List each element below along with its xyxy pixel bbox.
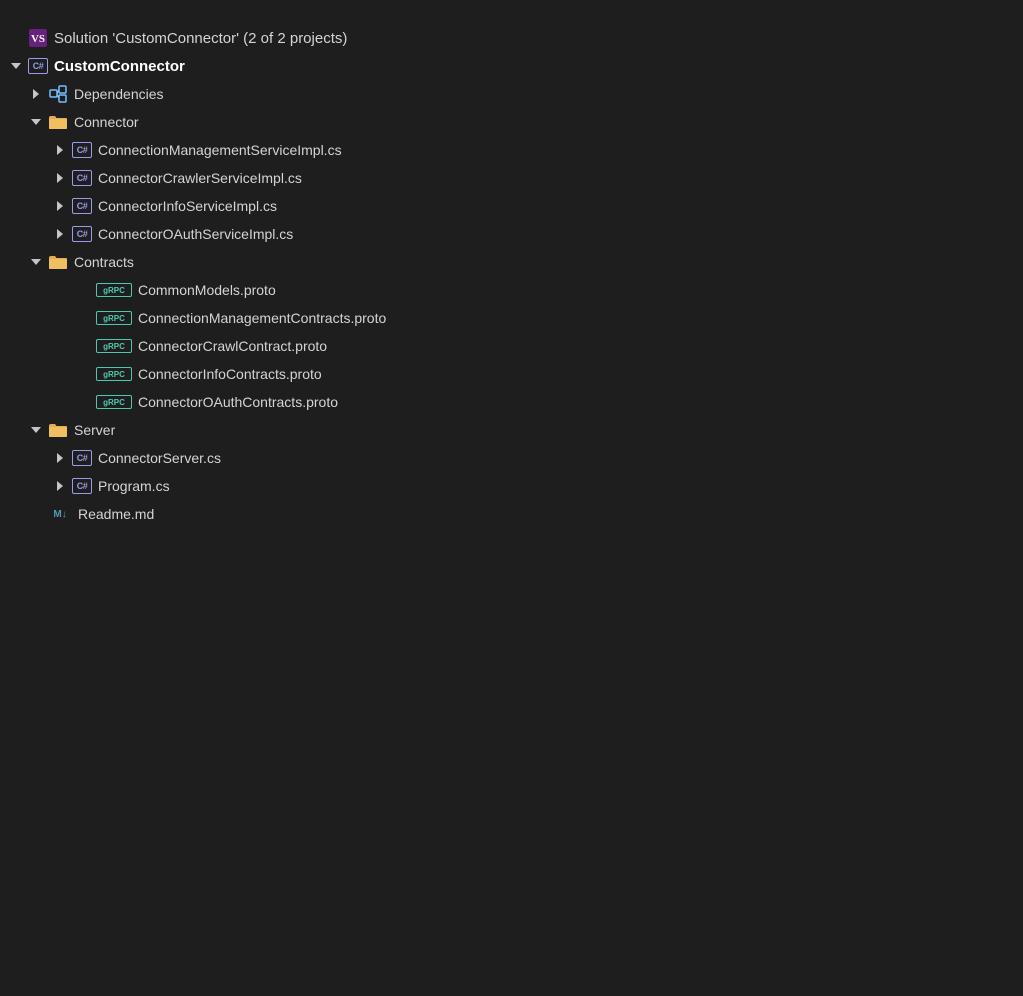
info-contracts-label: ConnectorInfoContracts.proto xyxy=(138,366,322,382)
program-csharp-icon: C# xyxy=(72,478,92,494)
server-folder-label: Server xyxy=(74,422,115,438)
solution-explorer: VS Solution 'CustomConnector' (2 of 2 pr… xyxy=(0,16,1023,536)
crawl-contract-grpc-icon: gRPC xyxy=(96,339,132,353)
connector-folder-chevron xyxy=(28,114,44,130)
solution-node[interactable]: VS Solution 'CustomConnector' (2 of 2 pr… xyxy=(0,24,1023,52)
conn-mgmt-contracts-proto-node[interactable]: gRPC ConnectionManagementContracts.proto xyxy=(0,304,1023,332)
common-models-grpc-icon: gRPC xyxy=(96,283,132,297)
dependencies-node[interactable]: Dependencies xyxy=(0,80,1023,108)
connector-info-impl-node[interactable]: C# ConnectorInfoServiceImpl.cs xyxy=(0,192,1023,220)
common-models-proto-node[interactable]: gRPC CommonModels.proto xyxy=(0,276,1023,304)
solution-label: Solution 'CustomConnector' (2 of 2 proje… xyxy=(54,30,347,47)
server-folder-node[interactable]: Server xyxy=(0,416,1023,444)
connector-server-csharp-icon: C# xyxy=(72,450,92,466)
info-label: ConnectorInfoServiceImpl.cs xyxy=(98,198,277,214)
solution-icon: VS xyxy=(28,28,48,48)
readme-md-node[interactable]: M↓ Readme.md xyxy=(0,500,1023,528)
contracts-folder-chevron xyxy=(28,254,44,270)
project-node[interactable]: C# CustomConnector xyxy=(0,52,1023,80)
oauth-csharp-icon: C# xyxy=(72,226,92,242)
project-label: CustomConnector xyxy=(54,58,185,75)
dependencies-icon xyxy=(48,84,68,104)
connector-info-contracts-proto-node[interactable]: gRPC ConnectorInfoContracts.proto xyxy=(0,360,1023,388)
connection-mgmt-impl-node[interactable]: C# ConnectionManagementServiceImpl.cs xyxy=(0,136,1023,164)
connector-folder-icon xyxy=(48,114,68,130)
dependencies-svg xyxy=(48,84,68,104)
conn-mgmt-contracts-label: ConnectionManagementContracts.proto xyxy=(138,310,386,326)
info-csharp-icon: C# xyxy=(72,198,92,214)
connector-server-cs-node[interactable]: C# ConnectorServer.cs xyxy=(0,444,1023,472)
oauth-label: ConnectorOAuthServiceImpl.cs xyxy=(98,226,293,242)
conn-mgmt-contracts-grpc-icon: gRPC xyxy=(96,311,132,325)
contracts-folder-svg xyxy=(48,254,68,270)
info-chevron xyxy=(52,198,68,214)
conn-mgmt-csharp-icon: C# xyxy=(72,142,92,158)
readme-markdown-icon: M↓ xyxy=(48,506,72,522)
server-folder-chevron xyxy=(28,422,44,438)
readme-label: Readme.md xyxy=(78,506,154,522)
connector-crawler-impl-node[interactable]: C# ConnectorCrawlerServiceImpl.cs xyxy=(0,164,1023,192)
common-models-label: CommonModels.proto xyxy=(138,282,276,298)
connector-folder-svg xyxy=(48,114,68,130)
conn-mgmt-label: ConnectionManagementServiceImpl.cs xyxy=(98,142,342,158)
project-chevron xyxy=(8,58,24,74)
crawler-chevron xyxy=(52,170,68,186)
oauth-chevron xyxy=(52,226,68,242)
connector-oauth-contracts-proto-node[interactable]: gRPC ConnectorOAuthContracts.proto xyxy=(0,388,1023,416)
server-folder-icon xyxy=(48,422,68,438)
connector-server-label: ConnectorServer.cs xyxy=(98,450,221,466)
contracts-folder-node[interactable]: Contracts xyxy=(0,248,1023,276)
project-csharp-icon: C# xyxy=(28,58,48,74)
crawl-contract-label: ConnectorCrawlContract.proto xyxy=(138,338,327,354)
connector-folder-label: Connector xyxy=(74,114,139,130)
server-folder-svg xyxy=(48,422,68,438)
oauth-contracts-label: ConnectorOAuthContracts.proto xyxy=(138,394,338,410)
solution-svg: VS xyxy=(28,28,48,48)
connector-folder-node[interactable]: Connector xyxy=(0,108,1023,136)
svg-text:VS: VS xyxy=(31,33,45,45)
crawler-label: ConnectorCrawlerServiceImpl.cs xyxy=(98,170,302,186)
conn-mgmt-chevron xyxy=(52,142,68,158)
contracts-folder-label: Contracts xyxy=(74,254,134,270)
contracts-folder-icon xyxy=(48,254,68,270)
program-chevron xyxy=(52,478,68,494)
info-contracts-grpc-icon: gRPC xyxy=(96,367,132,381)
oauth-contracts-grpc-icon: gRPC xyxy=(96,395,132,409)
program-cs-node[interactable]: C# Program.cs xyxy=(0,472,1023,500)
program-label: Program.cs xyxy=(98,478,170,494)
connector-server-chevron xyxy=(52,450,68,466)
crawler-csharp-icon: C# xyxy=(72,170,92,186)
dependencies-label: Dependencies xyxy=(74,86,164,102)
connector-oauth-impl-node[interactable]: C# ConnectorOAuthServiceImpl.cs xyxy=(0,220,1023,248)
dependencies-chevron xyxy=(28,86,44,102)
connector-crawl-contract-proto-node[interactable]: gRPC ConnectorCrawlContract.proto xyxy=(0,332,1023,360)
